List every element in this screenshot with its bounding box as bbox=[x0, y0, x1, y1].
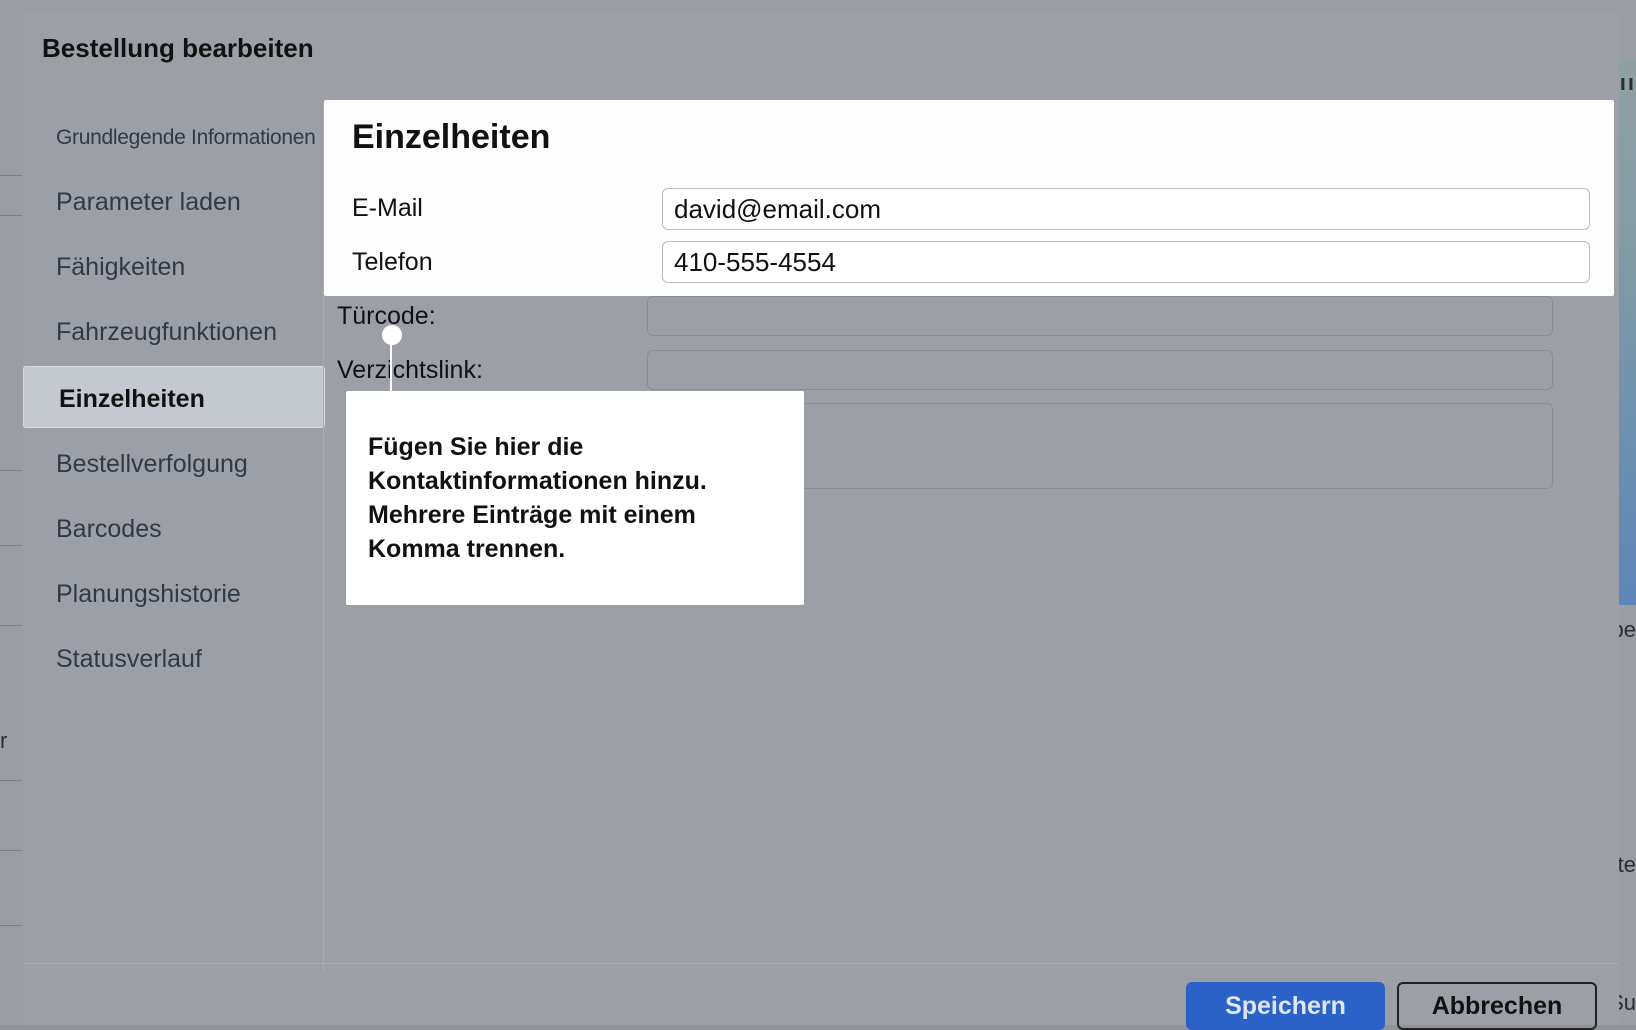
background-map bbox=[1616, 60, 1636, 605]
phone-label: Telefon bbox=[352, 248, 433, 276]
background-divider bbox=[0, 625, 22, 626]
waiver-link-input[interactable] bbox=[647, 350, 1553, 390]
background-divider bbox=[0, 780, 22, 781]
sidebar-item-label: Einzelheiten bbox=[59, 385, 205, 413]
dialog-title: Bestellung bearbeiten bbox=[42, 33, 314, 63]
tooltip-line: Fügen Sie hier die bbox=[368, 433, 584, 461]
background-text: ıı bbox=[1619, 70, 1636, 95]
email-label: E-Mail bbox=[352, 194, 423, 222]
sidebar-item-planning-history[interactable]: Planungshistorie bbox=[56, 580, 241, 609]
sidebar-item-basic-info[interactable]: Grundlegende Informationen bbox=[56, 126, 316, 150]
background-divider bbox=[0, 925, 22, 926]
details-highlight-card: Einzelheiten E-Mail Telefon bbox=[324, 100, 1614, 296]
sidebar-item-order-tracking[interactable]: Bestellverfolgung bbox=[56, 450, 248, 479]
background-divider bbox=[0, 215, 22, 216]
background-text: te bbox=[1617, 852, 1636, 877]
background-divider bbox=[0, 850, 22, 851]
sidebar-item-load-parameters[interactable]: Parameter laden bbox=[56, 188, 241, 217]
email-input[interactable] bbox=[662, 188, 1590, 230]
sidebar-item-capabilities[interactable]: Fähigkeiten bbox=[56, 253, 185, 282]
door-code-input[interactable] bbox=[647, 296, 1553, 336]
help-tooltip: Fügen Sie hier die Kontaktinformationen … bbox=[346, 391, 804, 605]
tooltip-line: Komma trennen. bbox=[368, 535, 566, 563]
cancel-button[interactable]: Abbrechen bbox=[1397, 982, 1597, 1030]
sidebar-item-vehicle-functions[interactable]: Fahrzeugfunktionen bbox=[56, 318, 277, 347]
sidebar-item-barcodes[interactable]: Barcodes bbox=[56, 515, 162, 544]
tooltip-line: Mehrere Einträge mit einem bbox=[368, 501, 696, 529]
sidebar-item-status-history[interactable]: Statusverlauf bbox=[56, 645, 202, 674]
background-divider bbox=[0, 470, 22, 471]
background-divider bbox=[0, 545, 22, 546]
sidebar-item-details[interactable]: Einzelheiten bbox=[23, 366, 325, 428]
footer-divider bbox=[23, 963, 1619, 964]
background-divider bbox=[0, 175, 22, 176]
section-title: Einzelheiten bbox=[352, 118, 551, 156]
waiver-link-label: Verzichtslink: bbox=[337, 356, 483, 384]
tooltip-line: Kontaktinformationen hinzu. bbox=[368, 467, 707, 495]
save-button[interactable]: Speichern bbox=[1186, 982, 1385, 1030]
phone-input[interactable] bbox=[662, 241, 1590, 283]
tooltip-pointer-dot bbox=[382, 325, 402, 345]
background-text: r bbox=[0, 728, 8, 753]
